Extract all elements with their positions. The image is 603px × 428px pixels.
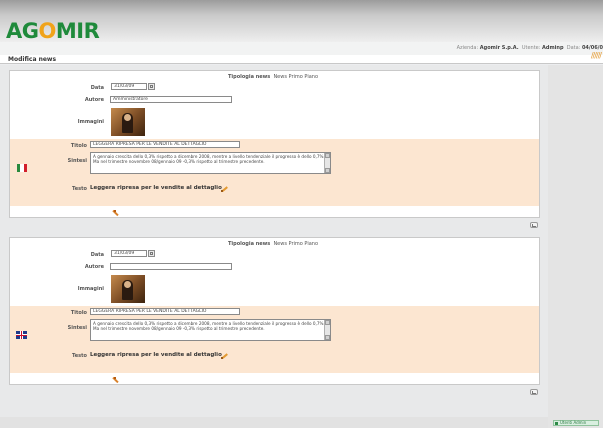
tipologia-label: Tipologia news	[228, 241, 271, 247]
scroll-up-icon[interactable]	[325, 153, 330, 158]
edit-panel-icon[interactable]	[112, 377, 119, 384]
it-flag-icon	[17, 164, 27, 172]
logo-text-mir: MIR	[55, 19, 100, 43]
bottom-bar	[0, 417, 548, 428]
autore-input[interactable]	[110, 263, 232, 270]
tipologia-value: News Primo Piano	[273, 241, 319, 247]
uk-flag-cross-v	[21, 331, 22, 339]
calendar-button[interactable]	[148, 83, 155, 90]
immagini-label: Immagini	[77, 286, 104, 292]
news-panel-it: Tipologia news News Primo Piano Data 31/…	[9, 70, 540, 218]
status-indicator[interactable]: Utenti Admin	[553, 420, 599, 426]
titolo-input[interactable]: LEGGERA RIPRESA PER LE VENDITE AL DETTAG…	[90, 308, 240, 315]
news-image-thumbnail[interactable]	[111, 108, 145, 136]
session-info: Azienda: Agomir S.p.A. Utente: Adminp Da…	[457, 45, 603, 51]
tipologia-row: Tipologia news News Primo Piano	[228, 241, 318, 247]
status-text: Utenti Admin	[560, 420, 587, 425]
data-field-label: Data	[90, 252, 104, 258]
edit-testo-icon[interactable]	[221, 352, 228, 359]
status-dot-icon	[555, 422, 558, 425]
titolo-label: Titolo	[70, 143, 87, 149]
testo-link[interactable]: Leggera ripresa per le vendite al dettag…	[90, 185, 222, 191]
data-field-label: Data	[90, 85, 104, 91]
sintesi-label: Sintesi	[67, 158, 87, 164]
testo-link[interactable]: Leggera ripresa per le vendite al dettag…	[90, 352, 222, 358]
sintesi-scrollbar[interactable]	[324, 320, 330, 340]
sintesi-scrollbar[interactable]	[324, 153, 330, 173]
tipologia-row: Tipologia news News Primo Piano	[228, 74, 318, 80]
page-title: Modifica news	[8, 56, 57, 63]
logo-text-ag: AG	[6, 19, 39, 43]
calendar-icon	[150, 85, 153, 88]
news-image-thumbnail[interactable]	[111, 275, 145, 303]
sintesi-textarea[interactable]: A gennaio crescita dello 0,3% rispetto a…	[90, 152, 331, 174]
back-icon[interactable]	[530, 389, 538, 395]
autore-field-label: Autore	[84, 264, 104, 270]
utente-label: Utente:	[521, 45, 541, 51]
photo-face	[124, 114, 131, 121]
news-panel-uk: Tipologia news News Primo Piano Data 31/…	[9, 237, 540, 385]
sintesi-text: A gennaio crescita dello 0,3% rispetto a…	[93, 321, 325, 332]
logo-text-o: O	[38, 19, 57, 43]
title-bar: Modifica news //////	[0, 51, 603, 64]
tipologia-label: Tipologia news	[228, 74, 271, 80]
edit-testo-icon[interactable]	[221, 185, 228, 192]
utente-value: Adminp	[542, 45, 564, 51]
back-icon[interactable]	[530, 222, 538, 228]
scroll-up-icon[interactable]	[325, 320, 330, 325]
agomir-logo: AGOMIR	[6, 19, 100, 43]
data-label: Data:	[566, 45, 581, 51]
panel-footer	[10, 373, 539, 383]
immagini-label: Immagini	[77, 119, 104, 125]
azienda-value: Agomir S.p.A.	[479, 45, 519, 51]
scroll-down-icon[interactable]	[325, 335, 330, 340]
calendar-button[interactable]	[148, 250, 155, 257]
panel-footer	[10, 206, 539, 216]
sintesi-text: A gennaio crescita dello 0,3% rispetto a…	[93, 154, 325, 165]
azienda-label: Azienda:	[456, 45, 479, 51]
data-input[interactable]: 31/03/09	[111, 250, 147, 257]
tipologia-value: News Primo Piano	[273, 74, 319, 80]
uk-flag-icon	[16, 331, 27, 339]
autore-field-label: Autore	[84, 97, 104, 103]
calendar-icon	[150, 252, 153, 255]
titolo-label: Titolo	[70, 310, 87, 316]
session-info-bar: Azienda: Agomir S.p.A. Utente: Adminp Da…	[0, 42, 603, 55]
top-banner: AGOMIR	[0, 0, 603, 42]
right-side-panel	[548, 65, 603, 428]
sintesi-label: Sintesi	[67, 325, 87, 331]
sintesi-textarea[interactable]: A gennaio crescita dello 0,3% rispetto a…	[90, 319, 331, 341]
testo-label: Testo	[72, 186, 87, 192]
autore-input[interactable]: Amministratore	[110, 96, 232, 103]
scroll-down-icon[interactable]	[325, 168, 330, 173]
edit-panel-icon[interactable]	[112, 210, 119, 217]
testo-label: Testo	[72, 353, 87, 359]
photo-face	[124, 281, 131, 288]
data-input[interactable]: 31/03/09	[111, 83, 147, 90]
decorative-swoosh-icon: //////	[590, 51, 602, 60]
titolo-input[interactable]: LEGGERA RIPRESA PER LE VENDITE AL DETTAG…	[90, 141, 240, 148]
